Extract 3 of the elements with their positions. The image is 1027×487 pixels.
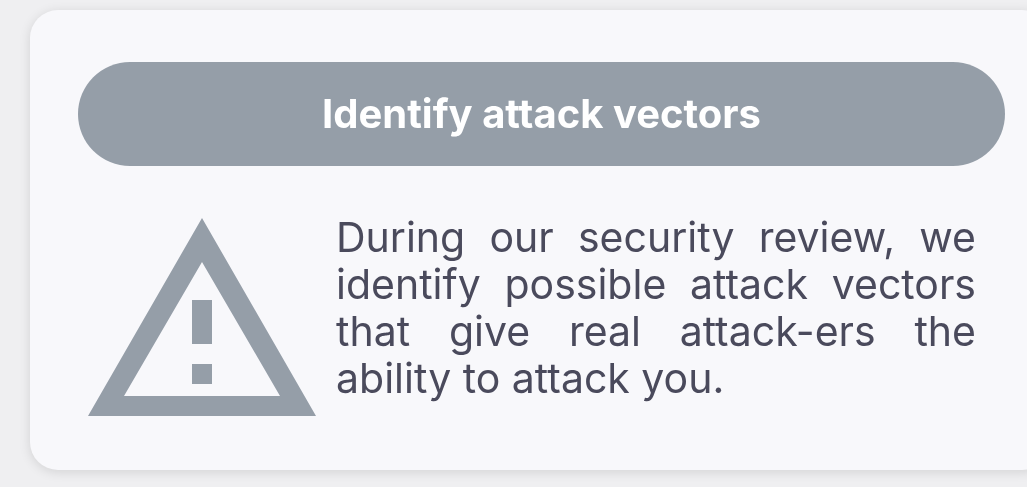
description-text: During our security review, we identify possible attack vectors that give real attack-ers the ability to attack you. xyxy=(336,214,976,405)
card-title: Identify attack vectors xyxy=(78,62,1005,166)
warning-icon xyxy=(88,218,316,416)
